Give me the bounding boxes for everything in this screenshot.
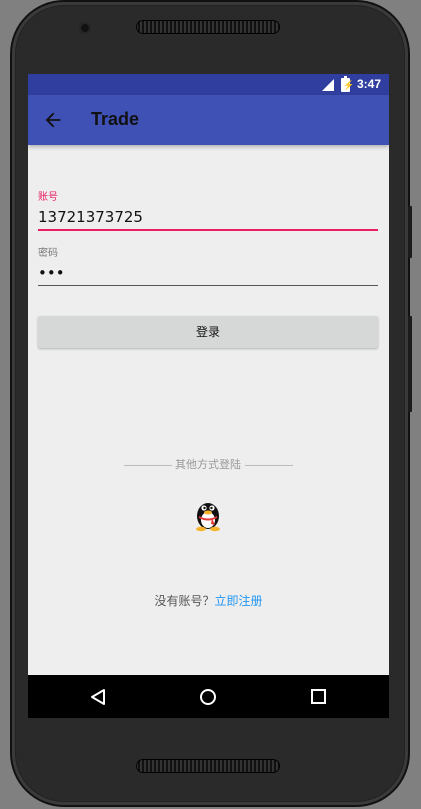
password-label: 密码 bbox=[38, 248, 58, 259]
status-time: 3:47 bbox=[356, 77, 381, 91]
top-speaker bbox=[136, 20, 280, 34]
password-field[interactable]: 密码 ••• bbox=[38, 244, 378, 286]
battery-charging-icon: ⚡ bbox=[341, 76, 355, 92]
account-input[interactable]: 13721373725 bbox=[38, 208, 378, 226]
register-link[interactable]: 立即注册 bbox=[215, 594, 263, 608]
account-label: 账号 bbox=[38, 192, 58, 203]
account-field[interactable]: 账号 13721373725 bbox=[38, 188, 378, 231]
nav-back-icon[interactable] bbox=[90, 688, 106, 706]
nav-recents-icon[interactable] bbox=[311, 689, 326, 704]
register-text: 没有账号？ bbox=[154, 594, 215, 608]
nav-home-icon[interactable] bbox=[200, 689, 216, 705]
app-bar: Trade bbox=[28, 95, 389, 145]
status-bar: ⚡ 3:47 bbox=[28, 74, 389, 95]
login-button[interactable]: 登录 bbox=[38, 316, 378, 348]
screen: ⚡ 3:47 Trade 账号 13721373725 密码 ••• 登录 其他… bbox=[28, 74, 389, 718]
power-button bbox=[408, 206, 412, 258]
divider-line-right bbox=[244, 464, 293, 466]
arrow-back-icon[interactable] bbox=[42, 109, 64, 131]
page-title: Trade bbox=[91, 109, 140, 129]
qq-penguin-icon[interactable] bbox=[193, 498, 223, 532]
divider-line-left bbox=[123, 464, 172, 466]
other-login-divider: 其他方式登陆 bbox=[120, 456, 296, 472]
account-underline bbox=[38, 229, 378, 231]
other-login-label: 其他方式登陆 bbox=[175, 458, 241, 471]
volume-button bbox=[408, 316, 412, 412]
register-prompt: 没有账号？立即注册 bbox=[28, 592, 389, 609]
front-camera bbox=[79, 22, 91, 34]
cellular-signal-icon bbox=[322, 79, 334, 91]
password-input[interactable]: ••• bbox=[38, 264, 378, 282]
navigation-bar bbox=[28, 675, 389, 718]
bottom-speaker bbox=[136, 759, 280, 773]
password-underline bbox=[38, 285, 378, 286]
